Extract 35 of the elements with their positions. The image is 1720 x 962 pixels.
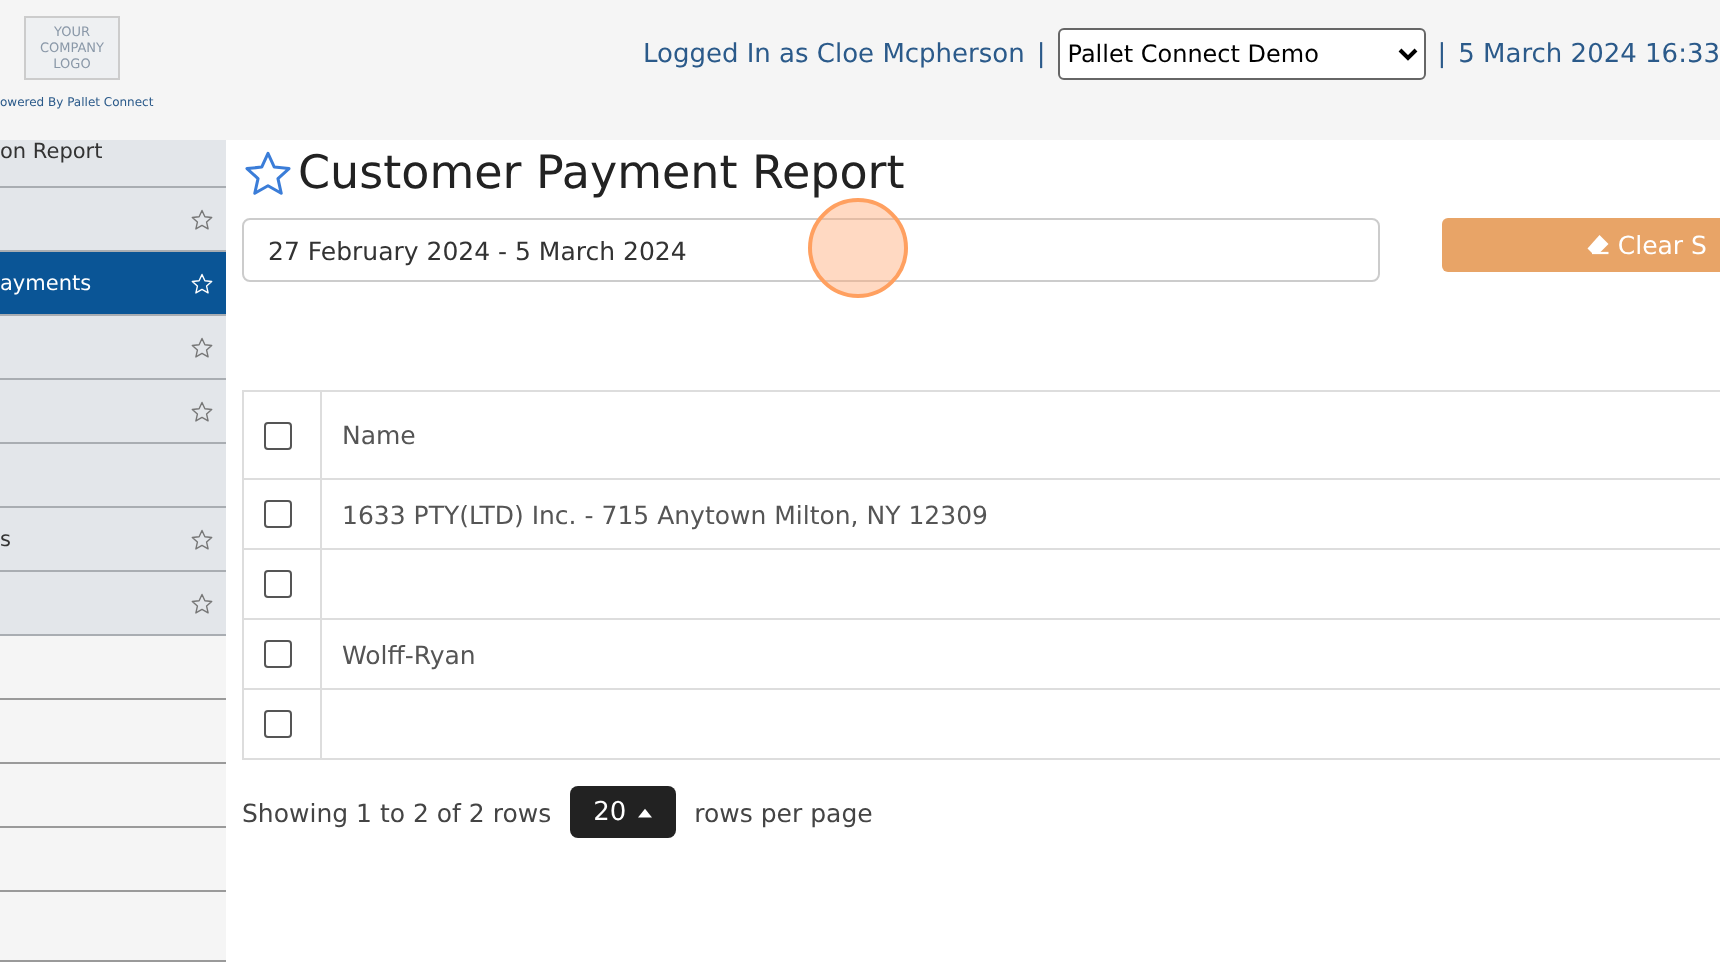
checkbox[interactable] bbox=[264, 710, 292, 738]
click-marker bbox=[808, 198, 908, 298]
checkbox[interactable] bbox=[264, 500, 292, 528]
company-select[interactable]: Pallet Connect Demo bbox=[1057, 28, 1426, 80]
star-icon[interactable] bbox=[190, 335, 214, 359]
checkbox[interactable] bbox=[264, 570, 292, 598]
sidebar-item[interactable]: ayments bbox=[0, 252, 226, 316]
page-size-button[interactable]: 20 bbox=[569, 786, 677, 838]
sidebar-item[interactable]: on Report bbox=[0, 140, 226, 188]
sidebar-item[interactable] bbox=[0, 572, 226, 636]
star-icon[interactable] bbox=[242, 148, 294, 200]
logged-in-text: Logged In as Cloe Mcpherson bbox=[642, 39, 1025, 69]
checkbox[interactable] bbox=[264, 640, 292, 668]
table-cell: Wolff-Ryan bbox=[342, 639, 476, 669]
separator: | bbox=[1437, 39, 1447, 69]
star-icon[interactable] bbox=[190, 591, 214, 615]
sidebar-item[interactable] bbox=[0, 188, 226, 252]
sidebar-item[interactable]: s bbox=[0, 508, 226, 572]
pagination-summary: Showing 1 to 2 of 2 rows bbox=[242, 797, 552, 827]
date-range-field[interactable]: 27 February 2024 - 5 March 2024 bbox=[242, 218, 1380, 282]
eraser-icon bbox=[1585, 232, 1610, 256]
star-icon[interactable] bbox=[190, 399, 214, 423]
sidebar-item[interactable] bbox=[0, 380, 226, 444]
table-cell: 1633 PTY(LTD) Inc. - 715 Anytown Milton, NY 12309 bbox=[342, 499, 988, 529]
sidebar-item[interactable] bbox=[0, 444, 226, 508]
column-header[interactable]: Name bbox=[321, 391, 1720, 479]
checkbox[interactable] bbox=[264, 421, 292, 449]
separator: | bbox=[1036, 39, 1046, 69]
caret-icon bbox=[638, 807, 653, 817]
sidebar-item[interactable] bbox=[0, 316, 226, 380]
pagination-suffix: rows per page bbox=[694, 797, 873, 827]
datetime-text: 5 March 2024 16:33 bbox=[1458, 39, 1720, 69]
page-title: Customer Payment Report bbox=[298, 148, 905, 200]
star-icon[interactable] bbox=[190, 207, 214, 231]
star-icon[interactable] bbox=[190, 527, 214, 551]
